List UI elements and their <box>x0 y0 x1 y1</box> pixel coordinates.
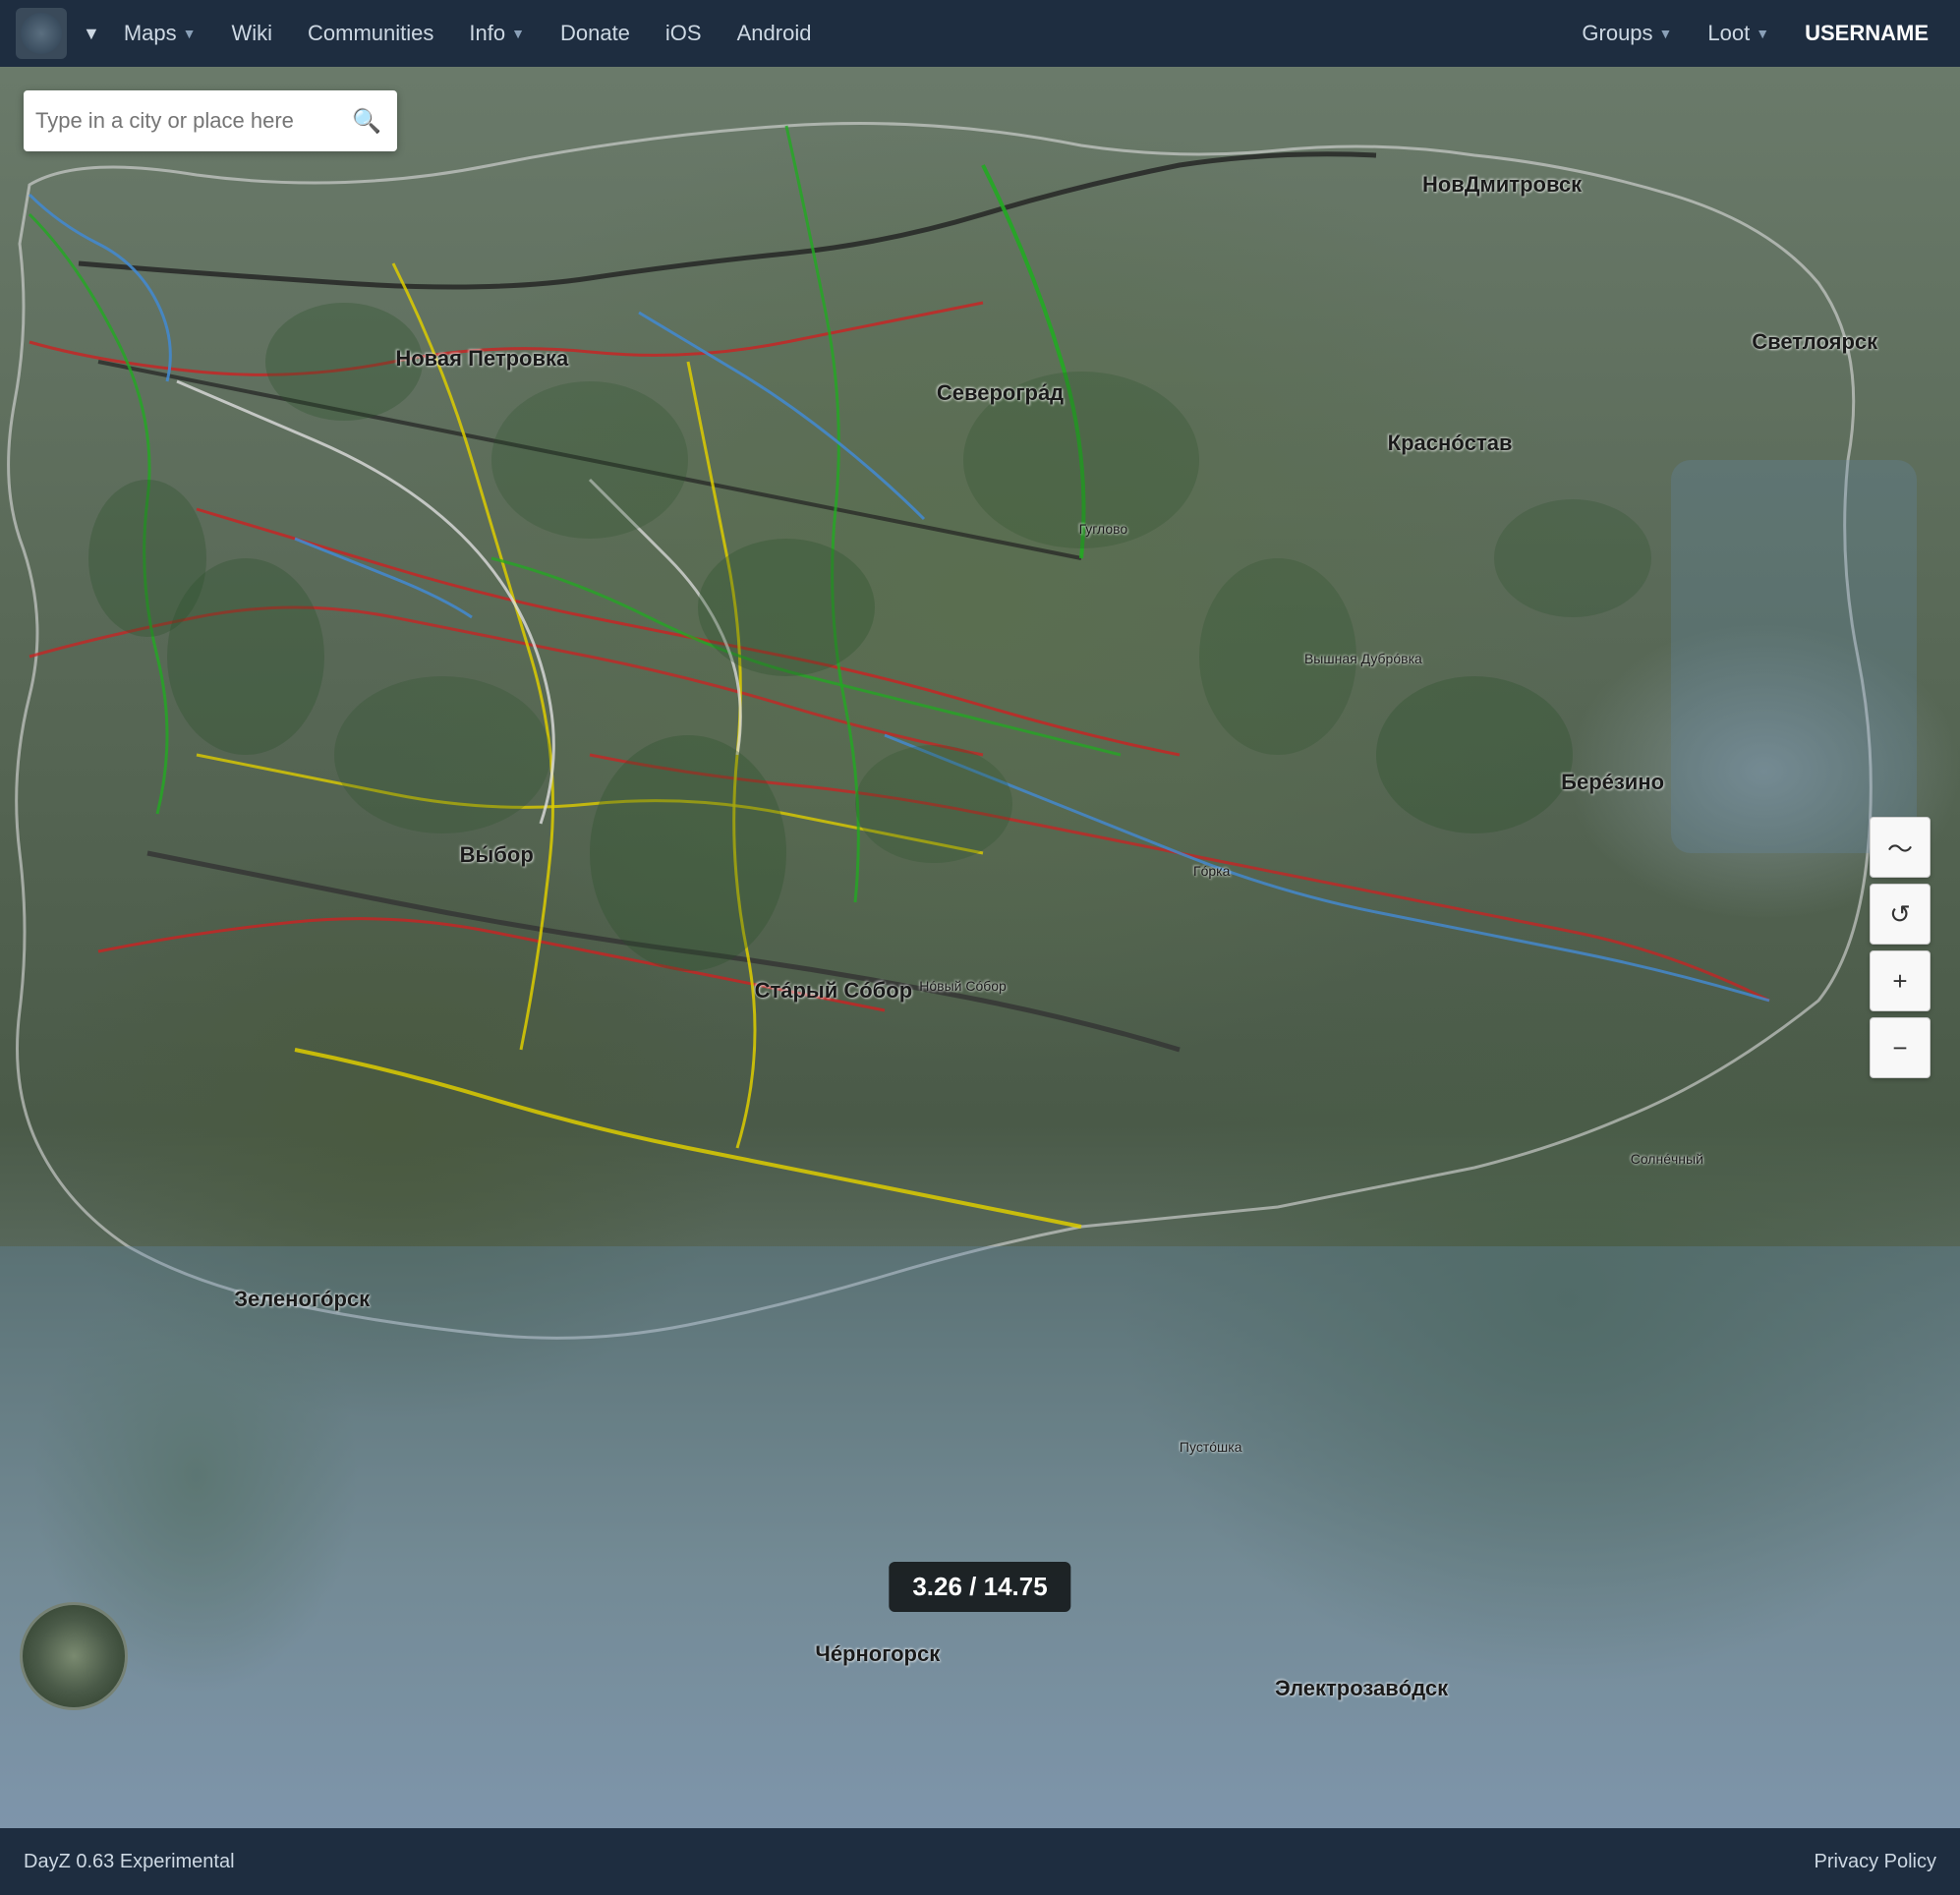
nav-donate[interactable]: Donate <box>545 13 646 54</box>
nav-ios[interactable]: iOS <box>650 13 718 54</box>
loot-arrow-icon: ▼ <box>1756 26 1769 41</box>
username-button[interactable]: USERNAME <box>1789 13 1944 54</box>
map-container[interactable]: НовДмитровскСветлоярскНовая ПетровкаСеве… <box>0 67 1960 1828</box>
nav-maps[interactable]: Maps ▼ <box>108 13 212 54</box>
nav-android[interactable]: Android <box>721 13 828 54</box>
nav-info[interactable]: Info ▼ <box>453 13 541 54</box>
search-input[interactable] <box>35 108 348 134</box>
maps-arrow-icon: ▼ <box>183 26 197 41</box>
nav-loot[interactable]: Loot ▼ <box>1692 13 1785 54</box>
search-button[interactable]: 🔍 <box>348 103 385 140</box>
map-controls: 〜 ↺ + − <box>1870 817 1931 1078</box>
navbar: ▼ Maps ▼ Wiki Communities Info ▼ Donate … <box>0 0 1960 67</box>
map-overlay-svg <box>0 67 1960 1828</box>
nav-communities[interactable]: Communities <box>292 13 449 54</box>
groups-arrow-icon: ▼ <box>1659 26 1673 41</box>
nav-dropdown-arrow-logo[interactable]: ▼ <box>79 16 104 52</box>
zoom-in-button[interactable]: + <box>1870 950 1931 1011</box>
info-arrow-icon: ▼ <box>511 26 525 41</box>
footer: DayZ 0.63 Experimental Privacy Policy <box>0 1828 1960 1895</box>
privacy-policy-link[interactable]: Privacy Policy <box>1815 1851 1936 1873</box>
version-label: DayZ 0.63 Experimental <box>24 1851 235 1873</box>
minimap[interactable] <box>20 1602 128 1710</box>
nav-groups[interactable]: Groups ▼ <box>1566 13 1688 54</box>
zoom-out-button[interactable]: − <box>1870 1017 1931 1078</box>
refresh-button[interactable]: ↺ <box>1870 884 1931 945</box>
logo[interactable] <box>16 8 67 59</box>
trend-button[interactable]: 〜 <box>1870 817 1931 878</box>
nav-wiki[interactable]: Wiki <box>215 13 288 54</box>
search-box: 🔍 <box>24 90 397 151</box>
